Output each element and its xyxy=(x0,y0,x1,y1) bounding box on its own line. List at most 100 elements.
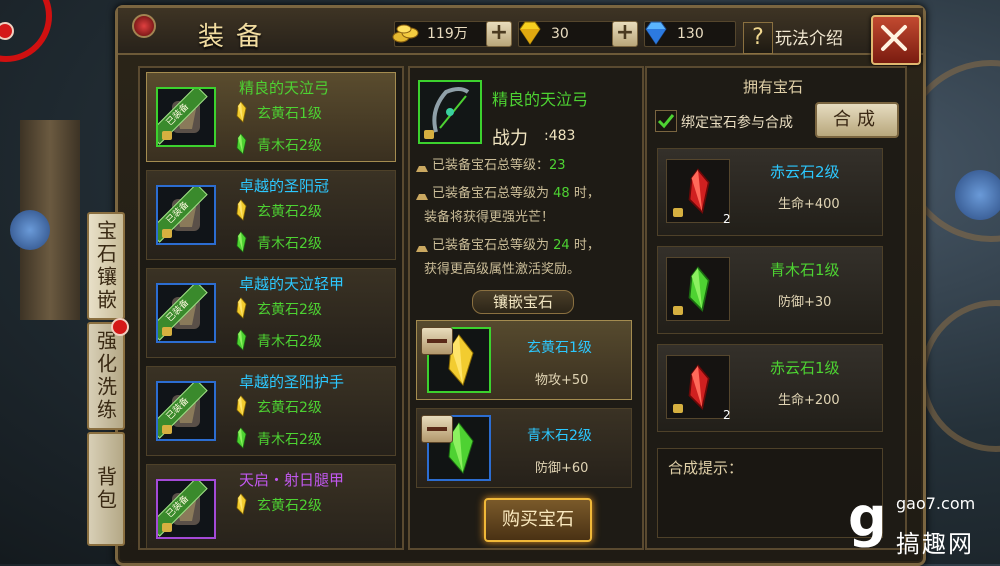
slot-gem-name: 玄黄石1级 xyxy=(527,340,592,356)
green-gem-icon xyxy=(681,264,715,318)
yellow-diamond-icon xyxy=(515,18,545,48)
close-button[interactable] xyxy=(871,15,921,65)
owned-gem-item[interactable]: 2 赤云石2级生命+400 xyxy=(657,148,883,236)
yellow-gem-icon xyxy=(233,199,249,221)
owned-gem-count: 2 xyxy=(723,212,731,226)
equipment-icon: 已装备 xyxy=(156,185,216,245)
info-reward-text: 获得更高级属性激活奖励。 xyxy=(424,262,581,277)
equipment-icon: 已装备 xyxy=(156,283,216,343)
owned-gems-panel: 拥有宝石 绑定宝石参与合成 合成 2 赤云石2级生命+400 青木石1级防御+30 2… xyxy=(645,66,907,550)
green-gem-icon xyxy=(233,329,249,351)
checkmark-icon xyxy=(657,114,675,129)
info-glow-text: 装备将获得更强光芒！ xyxy=(424,210,555,225)
owned-gem-frame: 2 xyxy=(666,159,731,226)
owned-gems-title: 拥有宝石 xyxy=(743,78,804,96)
close-icon xyxy=(881,25,907,51)
blue-diamond-currency: 130 xyxy=(644,21,736,47)
add-gold-button[interactable]: + xyxy=(486,21,512,47)
gold-diamond-currency: 30 xyxy=(518,21,618,47)
equipment-gem-label: 青木石2级 xyxy=(257,236,322,252)
equipment-gem-label: 玄黄石2级 xyxy=(257,302,322,318)
equipment-window: 装备 119万 + 30 + 130 ? 玩法介绍 已装备 精良的天泣弓玄黄石1级… xyxy=(115,5,926,566)
combine-hint-label: 合成提示： xyxy=(668,459,744,477)
equipment-gem-label: 玄黄石2级 xyxy=(257,400,322,416)
bullet-icon xyxy=(416,240,428,252)
owned-gem-attr: 生命+200 xyxy=(778,393,840,408)
green-gem-icon xyxy=(233,427,249,449)
bind-gem-checkbox[interactable] xyxy=(655,110,677,132)
add-gold-diamond-button[interactable]: + xyxy=(612,21,638,47)
equipment-list[interactable]: 已装备 精良的天泣弓 玄黄石1级 青木石2级 已装备 卓越的圣阳冠 玄黄石2级 青木石2级 已装… xyxy=(138,66,404,550)
watermark-logo-icon: g xyxy=(848,486,887,549)
equipment-name: 卓越的天泣轻甲 xyxy=(239,275,345,293)
owned-gem-frame: 2 xyxy=(666,355,731,422)
equipment-icon: 已装备 xyxy=(156,87,216,147)
yellow-gem-icon xyxy=(233,395,249,417)
green-gem-icon xyxy=(233,231,249,253)
equipment-item[interactable]: 已装备 精良的天泣弓 玄黄石1级 青木石2级 xyxy=(146,72,396,162)
tab-gem-inlay[interactable]: 宝石镶嵌 xyxy=(87,212,125,320)
equipment-name: 天启・射日腿甲 xyxy=(239,471,345,489)
watermark-name: 搞趣网 xyxy=(896,530,974,558)
equipment-gem-label: 青木石2级 xyxy=(257,334,322,350)
red-gem-icon xyxy=(681,362,715,416)
bind-gem-label: 绑定宝石参与合成 xyxy=(681,115,793,131)
owned-gem-name: 赤云石1级 xyxy=(770,359,840,377)
equipment-icon: 已装备 xyxy=(156,381,216,441)
lock-icon xyxy=(673,208,683,217)
inlay-slot-2[interactable]: 青木石2级 防御+60 xyxy=(416,408,632,488)
owned-gem-name: 赤云石2级 xyxy=(770,163,840,181)
owned-gem-attr: 防御+30 xyxy=(778,295,832,310)
equipment-icon: 已装备 xyxy=(156,479,216,539)
watermark-url: gao7.com xyxy=(896,494,976,513)
equipment-name: 精良的天泣弓 xyxy=(239,79,330,97)
help-label[interactable]: 玩法介绍 xyxy=(775,24,843,49)
title-ornament-icon xyxy=(132,14,156,38)
red-gem-icon xyxy=(681,166,715,220)
info-threshold-glow: 已装备宝石总等级为 48 时， xyxy=(416,182,600,206)
power-value: :483 xyxy=(544,128,576,144)
owned-gem-item[interactable]: 2 赤云石1级生命+200 xyxy=(657,344,883,432)
owned-gem-item[interactable]: 青木石1级防御+30 xyxy=(657,246,883,334)
gold-ingot-icon xyxy=(391,18,421,48)
help-button[interactable]: ? xyxy=(743,22,773,54)
remove-gem-button[interactable] xyxy=(421,415,453,443)
owned-gem-attr: 生命+400 xyxy=(778,197,840,212)
equipment-name: 卓越的圣阳冠 xyxy=(239,177,330,195)
lock-icon xyxy=(162,327,172,336)
inlay-slots-title: 镶嵌宝石 xyxy=(472,290,574,314)
inlay-slot-1[interactable]: 玄黄石1级 物攻+50 xyxy=(416,320,632,400)
equipment-item[interactable]: 已装备 天启・射日腿甲 玄黄石2级 xyxy=(146,464,396,548)
lock-icon xyxy=(424,130,434,139)
equipment-item[interactable]: 已装备 卓越的圣阳护手 玄黄石2级 青木石2级 xyxy=(146,366,396,456)
lock-icon xyxy=(162,523,172,532)
notification-dot xyxy=(111,318,129,336)
combine-button[interactable]: 合成 xyxy=(815,102,899,138)
equipment-item[interactable]: 已装备 卓越的圣阳冠 玄黄石2级 青木石2级 xyxy=(146,170,396,260)
owned-gem-name: 青木石1级 xyxy=(770,261,840,279)
blue-diamond-icon xyxy=(641,18,671,48)
equipment-gem-label: 玄黄石1级 xyxy=(257,106,322,122)
remove-gem-button[interactable] xyxy=(421,327,453,355)
info-threshold-reward: 已装备宝石总等级为 24 时， xyxy=(416,234,600,258)
equipment-gem-label: 玄黄石2级 xyxy=(257,498,322,514)
slot-gem-attr: 物攻+50 xyxy=(535,373,589,388)
lock-icon xyxy=(673,404,683,413)
owned-gem-count: 2 xyxy=(723,408,731,422)
yellow-gem-icon xyxy=(233,493,249,515)
power-label: 战力 xyxy=(492,128,528,149)
equipment-name: 卓越的圣阳护手 xyxy=(239,373,345,391)
buy-gem-button[interactable]: 购买宝石 xyxy=(484,498,592,542)
bullet-icon xyxy=(416,160,428,172)
window-title: 装备 xyxy=(198,22,275,52)
tab-backpack[interactable]: 背包 xyxy=(87,432,125,546)
yellow-gem-icon xyxy=(233,297,249,319)
equipment-item[interactable]: 已装备 卓越的天泣轻甲 玄黄石2级青木石2级 xyxy=(146,268,396,358)
lock-icon xyxy=(162,425,172,434)
bullet-icon xyxy=(416,188,428,200)
tab-enhance-refine[interactable]: 强化洗练 xyxy=(87,322,125,430)
detail-item-icon xyxy=(418,80,482,144)
slot-gem-name: 青木石2级 xyxy=(527,428,592,444)
gold-currency: 119万 xyxy=(391,18,494,48)
equipment-detail: 精良的天泣弓 战力 :483 已装备宝石总等级：23 已装备宝石总等级为 48 … xyxy=(408,66,644,550)
